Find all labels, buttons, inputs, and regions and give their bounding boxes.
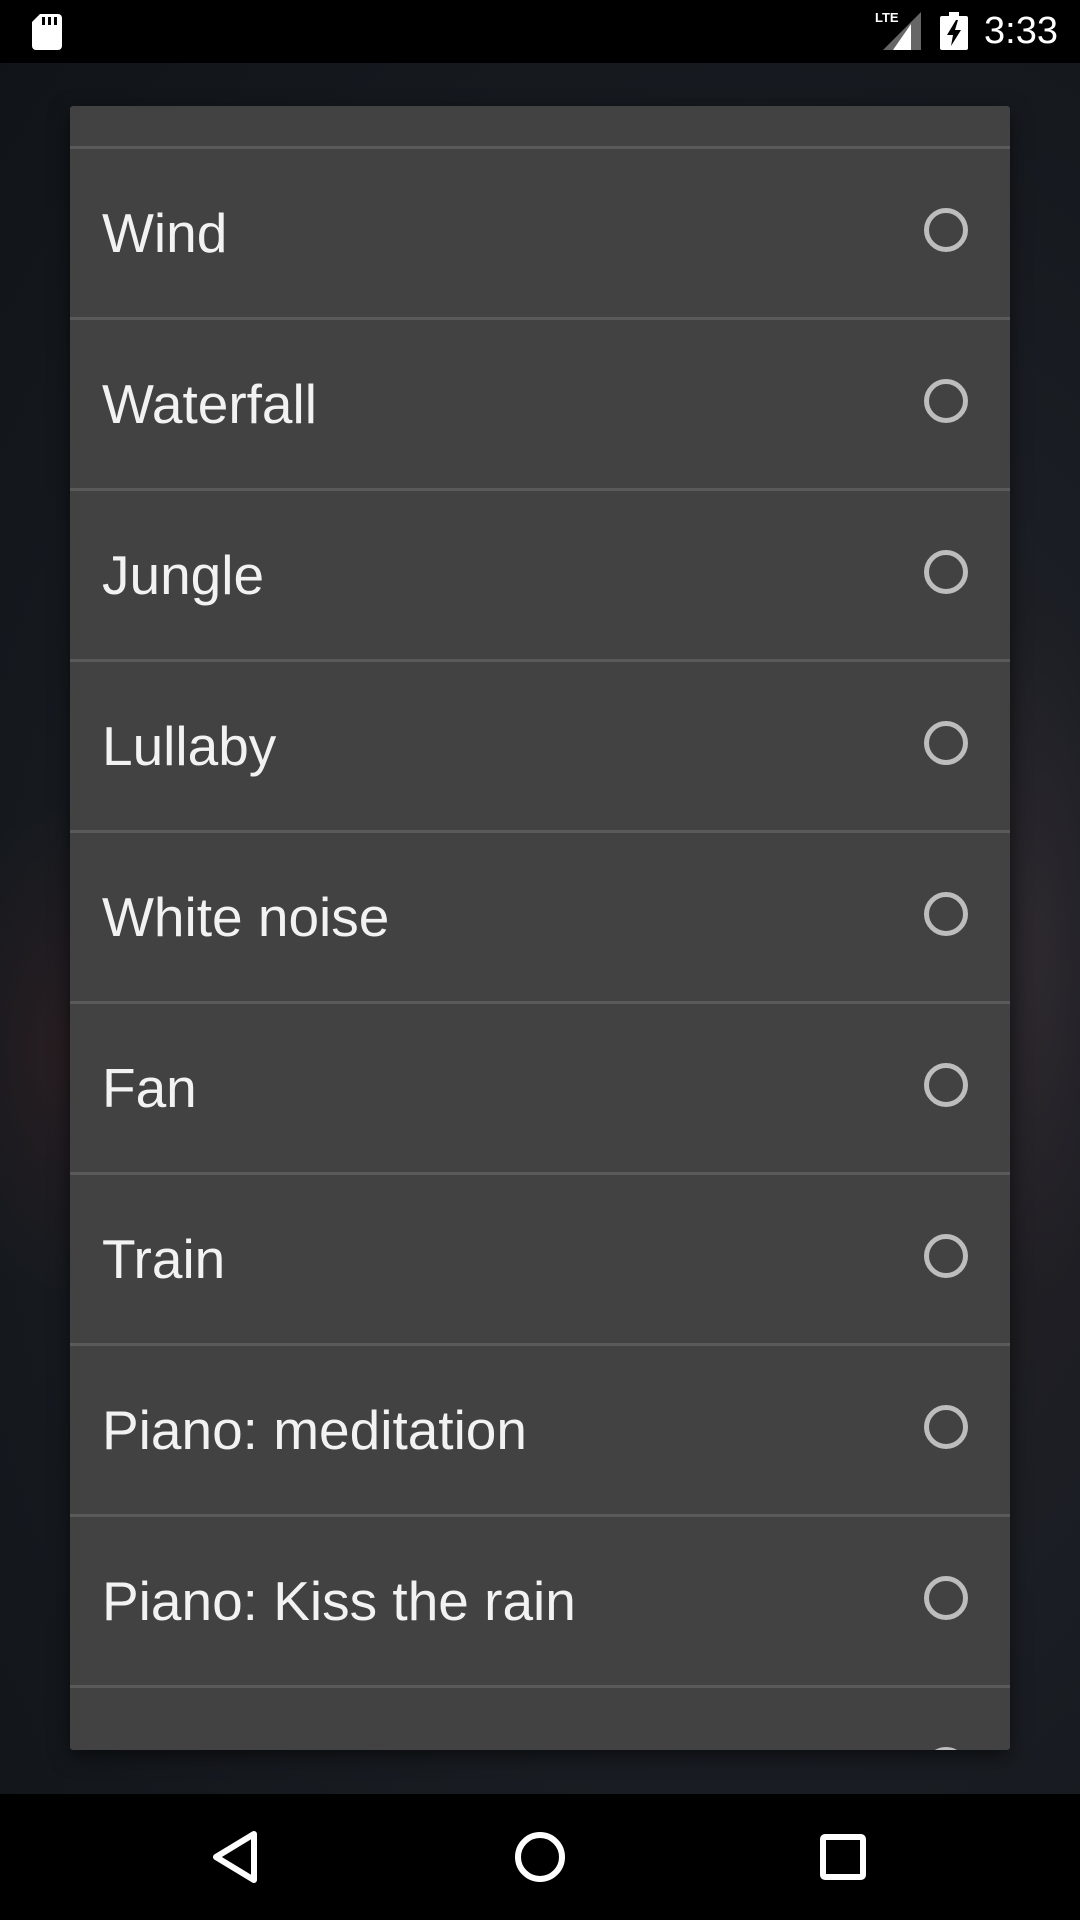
- radio-button[interactable]: [924, 1405, 968, 1449]
- sound-option-label: Train: [102, 1228, 226, 1290]
- svg-text:LTE: LTE: [875, 10, 899, 25]
- lte-signal-icon: LTE: [875, 10, 921, 50]
- sound-option-piano-meditation[interactable]: Piano: meditation: [70, 1346, 1010, 1517]
- home-icon[interactable]: [507, 1824, 573, 1890]
- list-item-partial-top[interactable]: [70, 106, 1010, 149]
- battery-charging-icon: [940, 12, 968, 50]
- sound-option-jungle[interactable]: Jungle: [70, 491, 1010, 662]
- sound-option-label: Lullaby: [102, 715, 277, 777]
- sound-option-label: White noise: [102, 886, 390, 948]
- navigation-bar: [0, 1794, 1080, 1920]
- radio-button[interactable]: [924, 1747, 968, 1750]
- sound-option-wind[interactable]: Wind: [70, 149, 1010, 320]
- sound-option-piano-kiss-the-rain[interactable]: Piano: Kiss the rain: [70, 1517, 1010, 1688]
- sound-selection-dialog: Wind Waterfall Jungle Lullaby White nois…: [70, 106, 1010, 1750]
- sound-option-label: Fan: [102, 1057, 197, 1119]
- sound-option-label: Piano: Kiss the rain: [102, 1570, 576, 1632]
- recents-icon[interactable]: [810, 1824, 876, 1890]
- sd-card-icon: [32, 14, 62, 50]
- sound-option-fan[interactable]: Fan: [70, 1004, 1010, 1175]
- status-time: 3:33: [984, 10, 1058, 52]
- radio-button[interactable]: [924, 892, 968, 936]
- radio-button[interactable]: [924, 379, 968, 423]
- sound-option-white-noise[interactable]: White noise: [70, 833, 1010, 1004]
- radio-button[interactable]: [924, 208, 968, 252]
- sound-option-label: Waterfall: [102, 373, 317, 435]
- radio-button[interactable]: [924, 1234, 968, 1278]
- radio-button[interactable]: [924, 1063, 968, 1107]
- sound-option-waterfall[interactable]: Waterfall: [70, 320, 1010, 491]
- screen: LTE 3:33 Wind Waterfall Jungle Lullaby W…: [0, 0, 1080, 1920]
- radio-button[interactable]: [924, 1576, 968, 1620]
- sound-option-label: Jungle: [102, 544, 265, 606]
- status-bar: LTE 3:33: [0, 0, 1080, 63]
- back-icon[interactable]: [204, 1824, 270, 1890]
- sound-list[interactable]: Wind Waterfall Jungle Lullaby White nois…: [70, 106, 1010, 1750]
- radio-button[interactable]: [924, 550, 968, 594]
- sound-option-lullaby[interactable]: Lullaby: [70, 662, 1010, 833]
- list-item-partial-bottom[interactable]: [70, 1688, 1010, 1750]
- sound-option-train[interactable]: Train: [70, 1175, 1010, 1346]
- radio-button[interactable]: [924, 721, 968, 765]
- sound-option-label: Wind: [102, 202, 228, 264]
- sound-option-label: Piano: meditation: [102, 1399, 527, 1461]
